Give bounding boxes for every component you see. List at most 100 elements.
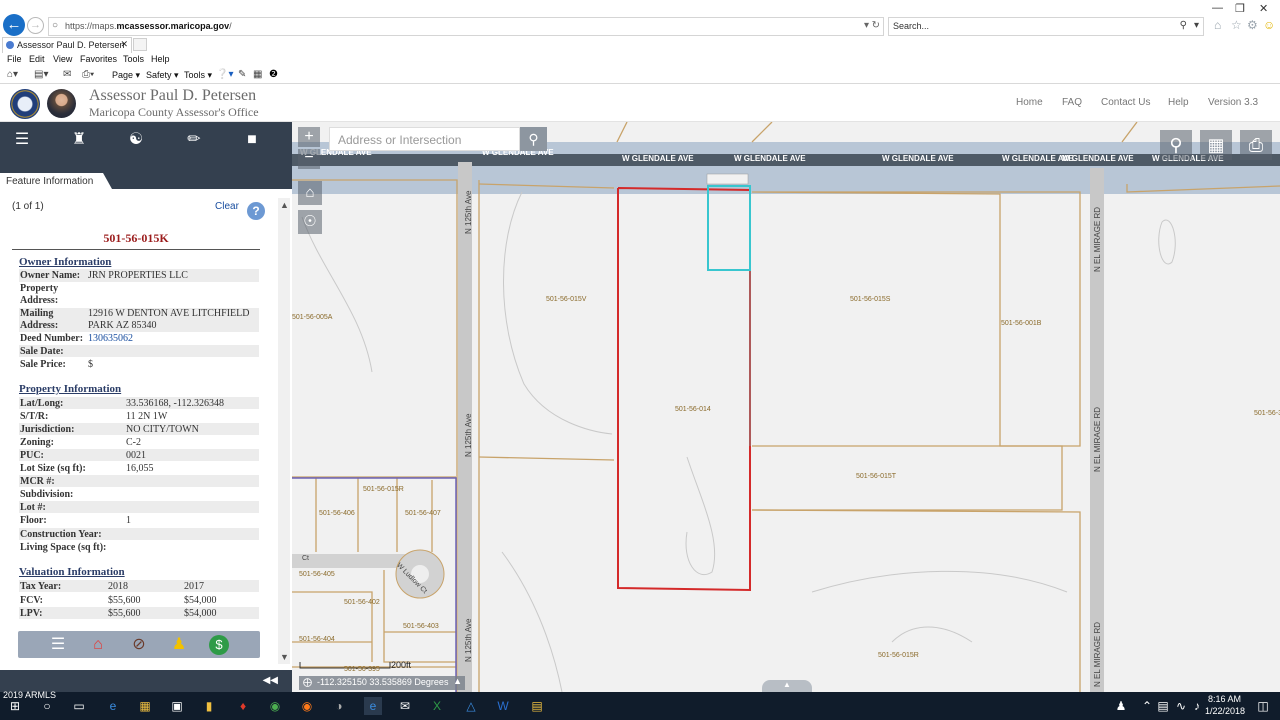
browser-search[interactable]: Search... ⚲ ▾: [888, 17, 1204, 36]
map-link-icon[interactable]: ⊘: [127, 633, 151, 657]
browser-tab[interactable]: Assessor Paul D. Petersen ✕: [2, 37, 132, 53]
menu-bar: File Edit View Favorites Tools Help: [0, 52, 1280, 67]
property-row-label: Lot Size (sq ft):: [20, 463, 86, 474]
smiley-icon[interactable]: ☺: [1263, 18, 1275, 32]
print-cmd-icon[interactable]: ⎙▾: [82, 69, 94, 80]
tab-strip: [0, 38, 1280, 52]
safety-menu[interactable]: Safety ▾: [146, 70, 179, 81]
person-icon[interactable]: ♟: [1112, 697, 1130, 715]
streetview-icon[interactable]: ♟: [167, 633, 191, 657]
comment-icon[interactable]: ■: [240, 130, 264, 152]
close-tab-icon[interactable]: ✕: [120, 39, 128, 50]
translate-icon[interactable]: ▦: [253, 69, 262, 80]
chevron-down-icon[interactable]: ▾: [1194, 20, 1199, 31]
zoom-out-button[interactable]: −: [298, 149, 320, 169]
store-icon[interactable]: ▣: [168, 697, 186, 715]
chrome-icon[interactable]: ◉: [266, 697, 284, 715]
collapse-sidebar-icon[interactable]: ◀◀: [263, 675, 278, 686]
nav-home[interactable]: Home: [1016, 97, 1043, 108]
map-view[interactable]: W GLENDALE AVE W GLENDALE AVE W GLENDALE A…: [292, 122, 1280, 692]
new-tab-button[interactable]: [133, 38, 147, 51]
nav-version[interactable]: Version 3.3: [1208, 97, 1258, 108]
tools-menu[interactable]: Tools ▾: [184, 70, 212, 81]
dollar-icon[interactable]: $: [207, 633, 231, 657]
forward-button[interactable]: →: [27, 17, 44, 34]
deed-number-link[interactable]: 130635062: [88, 333, 133, 344]
back-button[interactable]: ←: [3, 14, 25, 36]
menu-tools[interactable]: Tools: [123, 54, 144, 64]
menu-view[interactable]: View: [53, 54, 72, 64]
graduation-cap-icon[interactable]: ♜: [67, 130, 91, 152]
excel-icon[interactable]: X: [428, 697, 446, 715]
panel-scrollbar[interactable]: ▲ ▼: [278, 198, 290, 664]
search-tool-icon[interactable]: ⚲: [1160, 130, 1192, 160]
search-icon[interactable]: ⚲: [1180, 20, 1187, 31]
home-extent-icon[interactable]: ⌂: [298, 181, 322, 205]
menu-favorites[interactable]: Favorites: [80, 54, 117, 64]
clock-date[interactable]: 1/22/2018: [1205, 706, 1245, 716]
help-cmd-icon[interactable]: ❔▾: [216, 69, 233, 80]
windows-start-icon[interactable]: ⊞: [6, 697, 24, 715]
ie-icon[interactable]: e: [364, 697, 382, 715]
app-icon[interactable]: ◑: [330, 697, 348, 715]
grid-tool-icon[interactable]: ▦: [1200, 130, 1232, 160]
folder-icon[interactable]: ▮: [200, 697, 218, 715]
basemap-icon[interactable]: ☯: [124, 130, 148, 152]
drawer-toggle[interactable]: ▲: [762, 680, 812, 692]
feeds-icon[interactable]: ▤▾: [34, 69, 48, 80]
collapse-coords-icon[interactable]: ▲: [453, 676, 462, 686]
info-icon[interactable]: ❷: [269, 69, 278, 80]
address-search-button[interactable]: ⚲: [520, 127, 547, 151]
research-icon[interactable]: ✎: [238, 69, 246, 80]
edge-icon[interactable]: e: [104, 697, 122, 715]
home-cmd-icon[interactable]: ⌂▾: [7, 69, 18, 80]
cortana-icon[interactable]: ○: [38, 697, 56, 715]
tab-feature-information[interactable]: Feature Information: [0, 173, 112, 189]
layers-icon[interactable]: ☰: [10, 130, 34, 152]
minimize-icon[interactable]: —: [1212, 2, 1223, 14]
menu-help[interactable]: Help: [151, 54, 170, 64]
property-row-value: NO CITY/TOWN: [126, 424, 199, 435]
parcel-label: 501-56-406: [319, 510, 355, 517]
network-icon[interactable]: ▤: [1154, 697, 1172, 715]
street-label: N 125th Ave: [464, 618, 473, 662]
scroll-down-icon[interactable]: ▼: [280, 652, 289, 662]
nav-help[interactable]: Help: [1168, 97, 1189, 108]
locate-icon[interactable]: ☉: [298, 210, 322, 234]
nav-faq[interactable]: FAQ: [1062, 97, 1082, 108]
address-bar[interactable]: ○ https://maps.mcassessor.maricopa.gov/ …: [48, 17, 884, 36]
volume-icon[interactable]: ♪: [1188, 697, 1206, 715]
owner-name-label: Owner Name:: [20, 270, 81, 281]
page-menu[interactable]: Page ▾: [112, 70, 140, 81]
ruler-icon[interactable]: ✏: [182, 130, 206, 152]
close-window-icon[interactable]: ✕: [1259, 2, 1268, 15]
word-icon[interactable]: W: [494, 697, 512, 715]
help-button[interactable]: ?: [247, 202, 265, 220]
print-tool-icon[interactable]: ⎙: [1240, 130, 1272, 160]
scroll-up-icon[interactable]: ▲: [280, 200, 289, 210]
mail-icon[interactable]: ✉: [63, 69, 71, 80]
notifications-icon[interactable]: ◫: [1254, 697, 1272, 715]
menu-edit[interactable]: Edit: [29, 54, 45, 64]
maps-app-icon[interactable]: △: [462, 697, 480, 715]
mail-task-icon[interactable]: ✉: [396, 697, 414, 715]
restore-icon[interactable]: ❐: [1235, 2, 1245, 15]
address-search-input[interactable]: Address or Intersection: [329, 127, 520, 151]
firefox-icon[interactable]: ◉: [298, 697, 316, 715]
list-icon[interactable]: ☰: [46, 633, 70, 657]
file-explorer-icon[interactable]: ▦: [136, 697, 154, 715]
menu-file[interactable]: File: [7, 54, 22, 64]
task-view-icon[interactable]: ▭: [70, 697, 88, 715]
home-icon[interactable]: ⌂: [1214, 18, 1221, 32]
house-icon[interactable]: ⌂: [86, 633, 110, 657]
gear-icon[interactable]: ⚙: [1247, 18, 1258, 32]
clear-link[interactable]: Clear: [215, 201, 239, 212]
photos-icon[interactable]: ▤: [528, 697, 546, 715]
clock-time[interactable]: 8:16 AM: [1208, 694, 1241, 704]
dropdown-icon[interactable]: ▾: [864, 20, 869, 31]
zoom-in-button[interactable]: +: [298, 127, 320, 147]
nav-contact-us[interactable]: Contact Us: [1101, 97, 1150, 108]
refresh-icon[interactable]: ↻: [872, 20, 880, 31]
pdf-icon[interactable]: ♦: [234, 697, 252, 715]
star-icon[interactable]: ☆: [1231, 18, 1242, 32]
